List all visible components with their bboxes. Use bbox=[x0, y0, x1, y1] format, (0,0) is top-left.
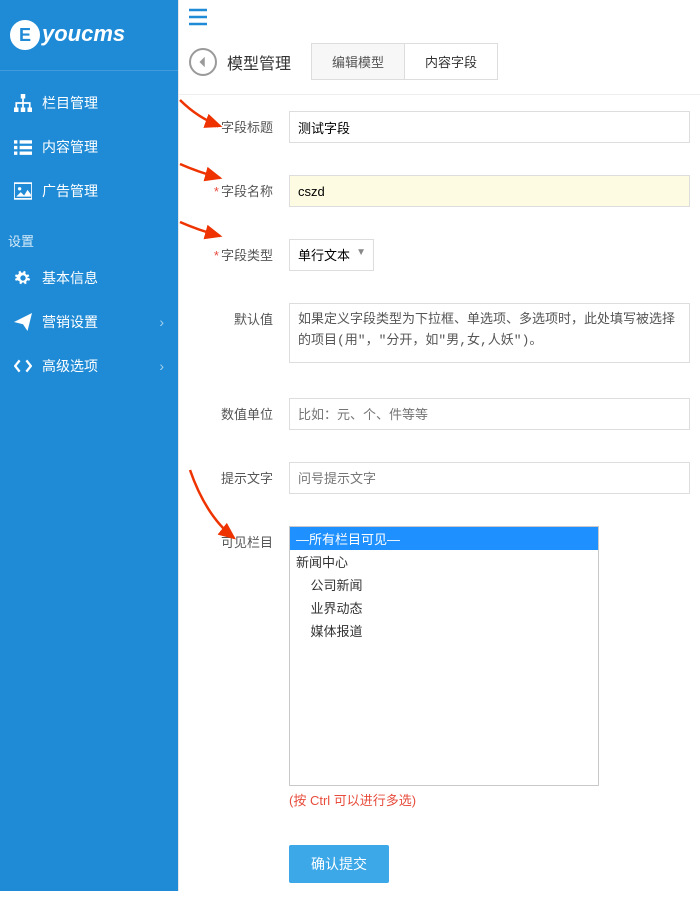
label-visible-columns: 可见栏目 bbox=[179, 526, 289, 551]
sitemap-icon bbox=[14, 94, 32, 112]
sidebar-item-columns[interactable]: 栏目管理 bbox=[0, 81, 178, 125]
sidebar-item-marketing[interactable]: 营销设置 › bbox=[0, 300, 178, 344]
listbox-option[interactable]: —所有栏目可见— bbox=[290, 527, 598, 550]
sidebar-item-label: 基本信息 bbox=[42, 268, 98, 288]
hamburger-icon[interactable] bbox=[189, 14, 207, 29]
code-icon bbox=[14, 357, 32, 375]
tab-content-fields[interactable]: 内容字段 bbox=[405, 44, 497, 79]
sidebar-item-label: 广告管理 bbox=[42, 181, 98, 201]
sidebar-item-label: 内容管理 bbox=[42, 137, 98, 157]
sidebar-item-content[interactable]: 内容管理 bbox=[0, 125, 178, 169]
label-field-type: *字段类型 bbox=[179, 239, 289, 264]
label-unit: 数值单位 bbox=[179, 398, 289, 423]
sidebar-item-label: 高级选项 bbox=[42, 356, 98, 376]
listbox-option[interactable]: 新闻中心 bbox=[290, 550, 598, 573]
gear-icon bbox=[14, 269, 32, 287]
list-icon bbox=[14, 138, 32, 156]
sidebar-item-label: 营销设置 bbox=[42, 312, 98, 332]
main-content: 模型管理 编辑模型 内容字段 *字段标题 *字段名称 *字段类型 单行文本 bbox=[178, 0, 700, 891]
default-value-text: 如果定义字段类型为下拉框、单选项、多选项时，此处填写被选择的项目(用"，"分开，… bbox=[289, 303, 690, 363]
multi-select-hint: (按 Ctrl 可以进行多选) bbox=[289, 790, 690, 809]
sidebar-item-advanced[interactable]: 高级选项 › bbox=[0, 344, 178, 388]
sidebar-settings-heading: 设置 bbox=[0, 213, 178, 256]
field-title-input[interactable] bbox=[289, 111, 690, 143]
brand-logo: Eyoucms bbox=[0, 0, 178, 60]
tab-edit-model[interactable]: 编辑模型 bbox=[312, 44, 405, 79]
page-header: 模型管理 编辑模型 内容字段 bbox=[179, 29, 700, 95]
listbox-option[interactable]: 业界动态 bbox=[290, 596, 598, 619]
sidebar: Eyoucms 栏目管理 内容管理 广告管理 设置 基本信息 营销设置 › 高级… bbox=[0, 0, 178, 891]
visible-columns-listbox[interactable]: —所有栏目可见—新闻中心 公司新闻 业界动态 媒体报道 bbox=[289, 526, 599, 786]
listbox-option[interactable]: 公司新闻 bbox=[290, 573, 598, 596]
back-button[interactable] bbox=[189, 48, 217, 76]
unit-input[interactable] bbox=[289, 398, 690, 430]
send-icon bbox=[14, 313, 32, 331]
chevron-right-icon: › bbox=[159, 314, 164, 330]
logo-badge: E bbox=[10, 20, 40, 50]
topbar bbox=[179, 0, 700, 29]
page-title: 模型管理 bbox=[227, 50, 291, 74]
label-default-value: 默认值 bbox=[179, 303, 289, 328]
listbox-option[interactable]: 媒体报道 bbox=[290, 619, 598, 642]
tip-text-input[interactable] bbox=[289, 462, 690, 494]
label-field-name: *字段名称 bbox=[179, 175, 289, 200]
field-name-input[interactable] bbox=[289, 175, 690, 207]
label-field-title: *字段标题 bbox=[179, 111, 289, 136]
sidebar-item-ads[interactable]: 广告管理 bbox=[0, 169, 178, 213]
sidebar-item-label: 栏目管理 bbox=[42, 93, 98, 113]
submit-button[interactable]: 确认提交 bbox=[289, 845, 389, 883]
sidebar-item-basic-info[interactable]: 基本信息 bbox=[0, 256, 178, 300]
image-icon bbox=[14, 182, 32, 200]
tabs: 编辑模型 内容字段 bbox=[311, 43, 498, 80]
label-tip-text: 提示文字 bbox=[179, 462, 289, 487]
chevron-right-icon: › bbox=[159, 358, 164, 374]
form: *字段标题 *字段名称 *字段类型 单行文本 默认值 如果定义字段类型为下拉框、… bbox=[179, 95, 700, 903]
field-type-select[interactable]: 单行文本 bbox=[289, 239, 374, 271]
